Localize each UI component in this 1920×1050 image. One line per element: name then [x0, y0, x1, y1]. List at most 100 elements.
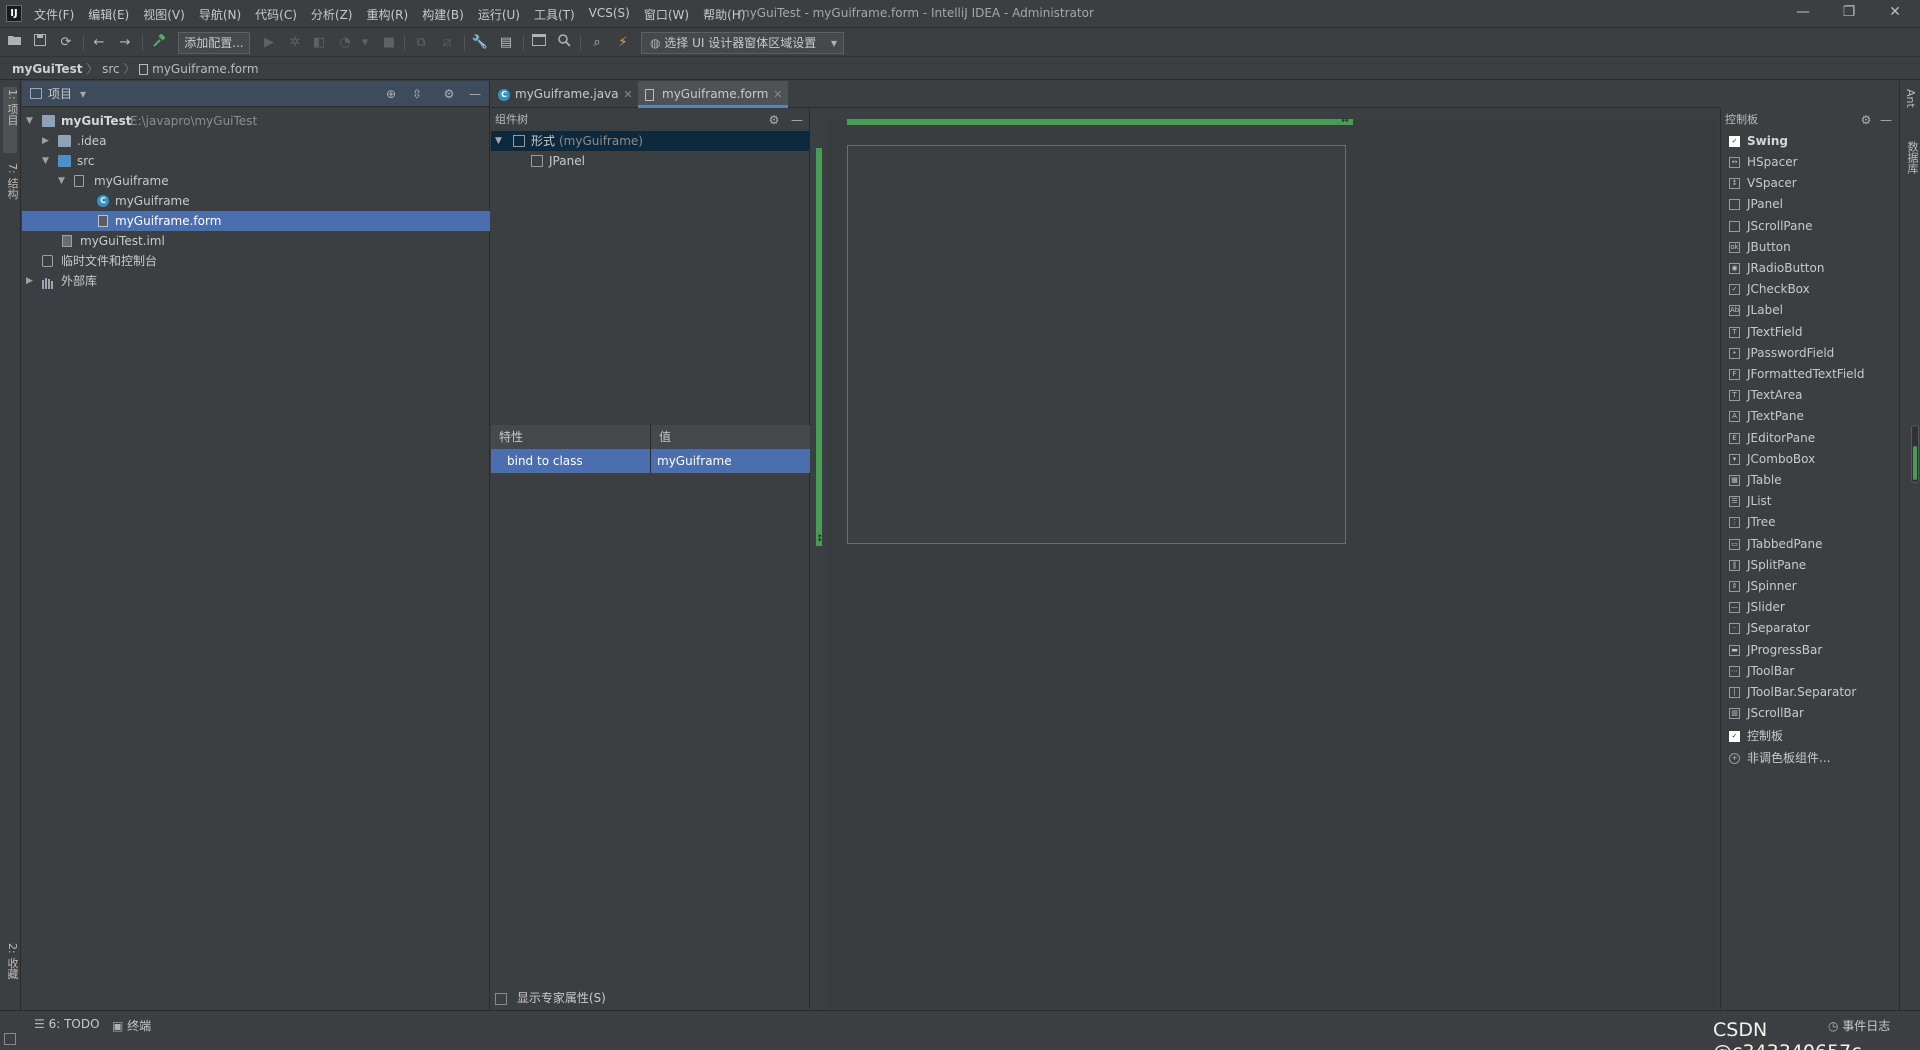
- menu-tools[interactable]: 工具(T): [534, 6, 575, 23]
- collapse-all-icon[interactable]: ⇳: [410, 87, 424, 101]
- vertical-size-bar[interactable]: [816, 148, 822, 546]
- lightning-icon[interactable]: ⚡: [614, 34, 632, 52]
- palette-item-jtree[interactable]: ⋮ JTree: [1721, 512, 1899, 533]
- palette-item-jseparator[interactable]: - JSeparator: [1721, 618, 1899, 639]
- menu-window[interactable]: 窗口(W): [644, 6, 689, 23]
- stop-icon[interactable]: ■: [380, 34, 398, 52]
- hide-panel-icon[interactable]: —: [1879, 113, 1893, 127]
- palette-item-jsplitpane[interactable]: ‖ JSplitPane: [1721, 555, 1899, 576]
- checkbox-checked-icon[interactable]: ✓: [1729, 136, 1740, 147]
- palette-item-jlist[interactable]: ☰ JList: [1721, 491, 1899, 512]
- locale-scope-dropdown[interactable]: ◍ 选择 UI 设计器窗体区域设置 ▾: [641, 32, 844, 54]
- show-expert-properties[interactable]: 显示专家属性(S): [495, 989, 606, 1007]
- jpanel-design-surface[interactable]: [847, 145, 1346, 544]
- close-icon[interactable]: ✕: [773, 81, 782, 108]
- palette-item-jcheckbox[interactable]: ✓ JCheckBox: [1721, 279, 1899, 300]
- palette-item-jslider[interactable]: — JSlider: [1721, 597, 1899, 618]
- settings-gear-icon[interactable]: ⚙: [767, 113, 781, 127]
- build-hammer-icon[interactable]: [150, 33, 168, 52]
- tree-item-class[interactable]: C myGuiframe: [22, 191, 490, 211]
- back-icon[interactable]: ←: [90, 34, 108, 52]
- menu-navigate[interactable]: 导航(N): [199, 6, 241, 23]
- project-structure-icon[interactable]: ▤: [497, 34, 515, 52]
- tree-item-src[interactable]: ▼ src: [22, 151, 490, 171]
- settings-gear-icon[interactable]: ⚙: [1859, 113, 1873, 127]
- expand-arrow-icon[interactable]: ▶: [26, 271, 36, 291]
- menu-view[interactable]: 视图(V): [143, 6, 185, 23]
- property-value[interactable]: myGuiframe: [651, 449, 732, 473]
- palette-item-jtextarea[interactable]: T JTextArea: [1721, 385, 1899, 406]
- expand-arrow-icon[interactable]: ▼: [495, 131, 502, 151]
- expert-checkbox[interactable]: [495, 992, 507, 1005]
- resize-horizontal-icon[interactable]: ↔: [1339, 116, 1351, 126]
- run-config-dropdown[interactable]: 添加配置...: [178, 32, 250, 54]
- tree-item-external-libs[interactable]: ▶ 外部库: [22, 271, 490, 291]
- tree-item-form-selected[interactable]: myGuiframe.form: [22, 211, 490, 231]
- hide-panel-icon[interactable]: —: [790, 113, 804, 127]
- favorites-tool-window-button[interactable]: 2: 收藏: [3, 941, 19, 1001]
- close-icon[interactable]: ✕: [623, 81, 632, 108]
- palette-item-jradiobutton[interactable]: ◉ JRadioButton: [1721, 258, 1899, 279]
- horizontal-size-bar[interactable]: [847, 119, 1353, 125]
- palette-group-palette[interactable]: ✓ 控制板: [1721, 726, 1899, 747]
- save-icon[interactable]: [31, 34, 49, 52]
- palette-item-jpanel[interactable]: JPanel: [1721, 194, 1899, 215]
- project-tool-window-button[interactable]: 1: 项目: [3, 87, 19, 153]
- menu-code[interactable]: 代码(C): [255, 6, 297, 23]
- terminal-tool-button[interactable]: ▣ 终端: [112, 1017, 151, 1034]
- tab-form[interactable]: myGuiframe.form ✕: [638, 81, 789, 108]
- palette-item-jtoolbar[interactable]: ⋯ JToolBar: [1721, 661, 1899, 682]
- open-folder-icon[interactable]: [6, 34, 24, 52]
- expand-arrow-icon[interactable]: ▼: [26, 111, 36, 131]
- find-usages-icon[interactable]: ⌕: [588, 34, 606, 52]
- settings-gear-icon[interactable]: ⚙: [442, 87, 456, 101]
- hide-panel-icon[interactable]: —: [468, 87, 482, 101]
- todo-tool-button[interactable]: ☰ 6: TODO: [34, 1017, 100, 1031]
- palette-item-jpasswordfield[interactable]: • JPasswordField: [1721, 343, 1899, 364]
- palette-item-jtable[interactable]: ▦ JTable: [1721, 470, 1899, 491]
- menu-analyze[interactable]: 分析(Z): [311, 6, 353, 23]
- attach-debugger-icon[interactable]: ⧉: [412, 34, 430, 52]
- minimize-button[interactable]: —: [1783, 4, 1823, 20]
- palette-item-jbutton[interactable]: ok JButton: [1721, 237, 1899, 258]
- palette-item-jscrollbar[interactable]: ▥ JScrollBar: [1721, 703, 1899, 724]
- palette-item-jspinner[interactable]: ⇕ JSpinner: [1721, 576, 1899, 597]
- palette-item-jscrollpane[interactable]: JScrollPane: [1721, 216, 1899, 237]
- search-icon[interactable]: [555, 34, 573, 52]
- database-tool-window-button[interactable]: 数据库: [1903, 139, 1919, 193]
- palette-item-jformattedtextfield[interactable]: F JFormattedTextField: [1721, 364, 1899, 385]
- tree-item-iml[interactable]: myGuiTest.iml: [22, 231, 490, 251]
- menu-refactor[interactable]: 重构(R): [367, 6, 409, 23]
- property-row-bind-to-class[interactable]: bind to class myGuiframe: [491, 449, 810, 473]
- sync-icon[interactable]: ⟳: [57, 34, 75, 52]
- memory-indicator[interactable]: [1911, 425, 1919, 483]
- palette-item-jtoolbar-separator[interactable]: | JToolBar.Separator: [1721, 682, 1899, 703]
- component-row-jpanel[interactable]: JPanel: [491, 151, 810, 171]
- update-icon[interactable]: ⧄: [438, 34, 456, 52]
- palette-group-swing[interactable]: ✓ Swing: [1721, 131, 1899, 152]
- breadcrumb-file[interactable]: myGuiframe.form: [152, 62, 258, 76]
- ant-tool-window-button[interactable]: Ant: [1903, 87, 1917, 127]
- project-view-selector[interactable]: 项目: [48, 85, 72, 102]
- expand-arrow-icon[interactable]: ▼: [42, 151, 52, 171]
- debug-icon[interactable]: ✲: [286, 34, 304, 52]
- palette-item-jeditorpane[interactable]: E JEditorPane: [1721, 428, 1899, 449]
- structure-tool-window-button[interactable]: 7: 结构: [3, 161, 19, 221]
- palette-item-jtextpane[interactable]: A JTextPane: [1721, 406, 1899, 427]
- coverage-icon[interactable]: ◧: [310, 34, 328, 52]
- palette-item-jcombobox[interactable]: ▾ JComboBox: [1721, 449, 1899, 470]
- tab-java[interactable]: C myGuiframe.java ✕: [491, 81, 639, 108]
- palette-non-palette-component[interactable]: + 非调色板组件...: [1721, 748, 1899, 769]
- component-row-form[interactable]: ▼ 形式 (myGuiframe): [491, 131, 810, 151]
- profile-icon[interactable]: ◔: [336, 34, 354, 52]
- palette-item-vspacer[interactable]: ↕ VSpacer: [1721, 173, 1899, 194]
- run-icon[interactable]: ▶: [260, 34, 278, 52]
- menu-file[interactable]: 文件(F): [34, 6, 74, 23]
- menu-run[interactable]: 运行(U): [478, 6, 520, 23]
- expand-arrow-icon[interactable]: ▼: [58, 171, 68, 191]
- palette-item-hspacer[interactable]: ↔ HSpacer: [1721, 152, 1899, 173]
- palette-item-jtextfield[interactable]: T JTextField: [1721, 322, 1899, 343]
- menu-vcs[interactable]: VCS(S): [589, 6, 630, 23]
- forward-icon[interactable]: →: [116, 34, 134, 52]
- locate-file-icon[interactable]: ⊕: [384, 87, 398, 101]
